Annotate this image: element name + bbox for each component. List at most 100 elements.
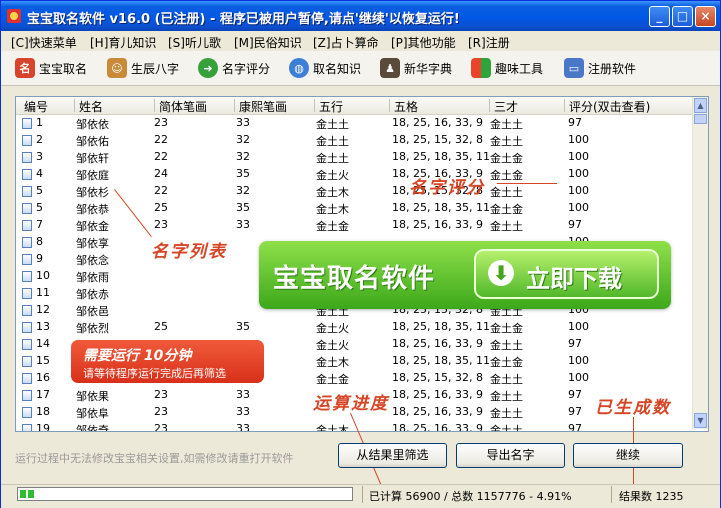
tool-naming-knowledge[interactable]: ◍ 取名知识 — [289, 55, 361, 81]
row-document-icon — [22, 135, 32, 146]
row-simplified-strokes: 24 — [154, 167, 168, 180]
row-number: 5 — [36, 184, 43, 197]
row-document-icon — [22, 322, 32, 333]
export-names-button[interactable]: 导出名字 — [456, 443, 565, 468]
col-five-grids[interactable]: 五格 — [394, 98, 418, 115]
row-three-talents: 金土金 — [490, 203, 523, 216]
row-number: 17 — [36, 388, 50, 401]
tool-register[interactable]: ▭ 注册软件 — [564, 55, 636, 81]
row-five-grids: 18, 25, 16, 33, 9 — [392, 405, 483, 418]
row-number: 2 — [36, 133, 43, 146]
scroll-up-icon[interactable]: ▲ — [694, 98, 707, 113]
menu-other[interactable]: [P]其他功能 — [391, 34, 456, 51]
row-kangxi-strokes: 33 — [236, 116, 250, 129]
maximize-button[interactable]: □ — [672, 6, 693, 27]
continue-button[interactable]: 继续 — [573, 443, 683, 468]
row-score: 100 — [568, 201, 589, 214]
download-label: 立即下载 — [526, 265, 622, 293]
row-five-grids: 18, 25, 16, 33, 9 — [392, 388, 483, 401]
col-name[interactable]: 姓名 — [79, 98, 103, 115]
tool-dictionary[interactable]: ♟ 新华字典 — [380, 55, 452, 81]
table-row[interactable]: 2 邹依佑 22 32 金土土 18, 25, 15, 32, 8 金土土 100 — [16, 132, 692, 149]
row-document-icon — [22, 186, 32, 197]
row-name: 邹依金 — [76, 220, 109, 233]
vertical-scrollbar[interactable]: ▲ ▼ — [692, 97, 708, 429]
row-name: 邹依依 — [76, 118, 109, 131]
row-kangxi-strokes: 35 — [236, 201, 250, 214]
windows-flag-icon — [471, 58, 491, 78]
col-five-elements[interactable]: 五行 — [319, 98, 343, 115]
row-document-icon — [22, 424, 32, 431]
row-document-icon — [22, 407, 32, 418]
menu-divination[interactable]: [Z]占卜算命 — [313, 34, 379, 51]
row-name: 邹依阜 — [76, 407, 109, 420]
row-score: 97 — [568, 422, 582, 432]
row-five-elements: 金土土 — [316, 152, 349, 165]
row-name: 邹依奇 — [76, 424, 109, 432]
row-number: 14 — [36, 337, 50, 350]
row-five-elements: 金土金 — [316, 220, 349, 233]
row-score: 100 — [568, 167, 589, 180]
col-score[interactable]: 评分(双击查看) — [569, 98, 650, 115]
globe-icon: ◍ — [289, 58, 309, 78]
annotation-name-list: 名字列表 — [151, 242, 227, 262]
toolbar: 名 宝宝取名 ☺ 生辰八字 ➜ 名字评分 ◍ 取名知识 ♟ 新华字典 趣味工具 … — [1, 51, 720, 86]
row-five-elements: 金土土 — [316, 118, 349, 131]
row-simplified-strokes: 23 — [154, 388, 168, 401]
table-row[interactable]: 7 邹依金 23 33 金土金 18, 25, 16, 33, 9 金土土 97 — [16, 217, 692, 234]
row-number: 12 — [36, 303, 50, 316]
table-row[interactable]: 1 邹依依 23 33 金土土 18, 25, 16, 33, 9 金土土 97 — [16, 115, 692, 132]
row-number: 3 — [36, 150, 43, 163]
row-score: 100 — [568, 133, 589, 146]
col-kangxi-strokes[interactable]: 康熙笔画 — [239, 98, 287, 115]
filter-results-button[interactable]: 从结果里筛选 — [338, 443, 447, 468]
col-simplified-strokes[interactable]: 简体笔画 — [159, 98, 207, 115]
row-simplified-strokes: 23 — [154, 405, 168, 418]
tool-baby-name[interactable]: 名 宝宝取名 — [15, 55, 87, 81]
row-score: 100 — [568, 320, 589, 333]
download-now-button[interactable]: ⬇ 立即下载 — [474, 249, 659, 299]
row-kangxi-strokes: 32 — [236, 184, 250, 197]
row-name: 邹依雨 — [76, 271, 109, 284]
row-document-icon — [22, 390, 32, 401]
table-row[interactable]: 5 邹依恭 25 35 金土木 18, 25, 18, 35, 11 金土金 100 — [16, 200, 692, 217]
col-number[interactable]: 编号 — [24, 98, 48, 115]
download-arrow-icon: ⬇ — [488, 260, 514, 286]
banner-title: 宝宝取名软件 — [273, 264, 436, 294]
settings-hint: 运行过程中无法修改宝宝相关设置,如需修改请重打开软件 — [15, 452, 294, 465]
menu-songs[interactable]: [S]听儿歌 — [168, 34, 221, 51]
row-document-icon — [22, 169, 32, 180]
menu-parenting[interactable]: [H]育儿知识 — [90, 34, 156, 51]
tool-birth-chart[interactable]: ☺ 生辰八字 — [107, 55, 179, 81]
row-kangxi-strokes: 32 — [236, 133, 250, 146]
menu-register[interactable]: [R]注册 — [468, 34, 510, 51]
tool-label: 取名知识 — [313, 61, 362, 76]
tool-label: 新华字典 — [404, 61, 453, 76]
scroll-thumb[interactable] — [694, 114, 707, 124]
download-banner[interactable]: 宝宝取名软件 ⬇ 立即下载 — [259, 241, 671, 309]
row-number: 4 — [36, 167, 43, 180]
row-three-talents: 金土土 — [490, 186, 523, 199]
menu-quick[interactable]: [C]快速菜单 — [11, 34, 77, 51]
row-number: 11 — [36, 286, 50, 299]
row-kangxi-strokes: 32 — [236, 150, 250, 163]
row-document-icon — [22, 305, 32, 316]
title-bar: 宝宝取名软件 v16.0 (已注册) - 程序已被用户暂停,请点'继续'以恢复运… — [1, 1, 720, 31]
table-row[interactable]: 13 邹依烈 25 35 金土火 18, 25, 18, 35, 11 金土金 100 — [16, 319, 692, 336]
table-row[interactable]: 3 邹依轩 22 32 金土土 18, 25, 18, 35, 11 金土金 100 — [16, 149, 692, 166]
row-three-talents: 金土土 — [490, 424, 523, 432]
scroll-down-icon[interactable]: ▼ — [694, 413, 707, 428]
row-score: 97 — [568, 388, 582, 401]
col-three-talents[interactable]: 三才 — [494, 98, 518, 115]
menu-folk[interactable]: [M]民俗知识 — [234, 34, 302, 51]
tool-fun-tools[interactable]: 趣味工具 — [471, 55, 543, 81]
minimize-button[interactable]: _ — [649, 6, 670, 27]
tool-name-score[interactable]: ➜ 名字评分 — [198, 55, 270, 81]
row-kangxi-strokes: 33 — [236, 388, 250, 401]
table-row[interactable]: 4 邹依庭 24 35 金土火 18, 25, 16, 33, 9 金土金 100 — [16, 166, 692, 183]
row-number: 7 — [36, 218, 43, 231]
row-three-talents: 金土金 — [490, 356, 523, 369]
baby-name-icon: 名 — [15, 58, 35, 78]
row-name: 邹依念 — [76, 254, 109, 267]
close-button[interactable]: × — [695, 6, 716, 27]
